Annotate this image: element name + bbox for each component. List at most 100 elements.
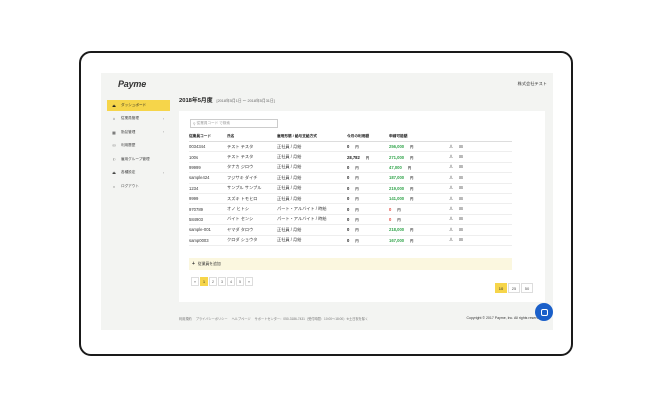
- company-name[interactable]: 株式会社テスト: [518, 81, 547, 87]
- employee-code: 0034344: [189, 141, 227, 153]
- available-cell: 256,000 円: [389, 141, 449, 153]
- yen-unit: 円: [410, 186, 414, 191]
- employee-code: 9999: [189, 193, 227, 205]
- employment-type: パート・アルバイト / 時給: [277, 203, 347, 215]
- sidebar: ⏏ ダッシュボード ⌂ 従業員管理 › ▦ 勤怠管理 › ⚇ 利用履歴 ⚐ 雇用グループ管理 ⏏ 各種設定…: [107, 100, 170, 194]
- user-icon[interactable]: ♙: [449, 164, 459, 170]
- user-icon[interactable]: ♙: [449, 237, 459, 243]
- table-row[interactable]: 100s テスト テスタ 正社員 / 月給 28,782 円 271,000 円 ♙ ⊟: [189, 151, 512, 163]
- user-icon[interactable]: ♙: [449, 216, 459, 222]
- page-button-4[interactable]: 4: [227, 277, 235, 286]
- table-row[interactable]: samp0003 クロダ ショウタ 正社員 / 月給 0 円 167,000 円 ♙ ⊟: [189, 235, 512, 246]
- usage-cell: 0円: [347, 235, 389, 246]
- edit-icon[interactable]: ⊟: [459, 237, 469, 243]
- search-input[interactable]: ⚲ 従業員コード で検索: [190, 119, 278, 128]
- sidebar-item-0[interactable]: ⏏ ダッシュボード: [107, 100, 170, 111]
- app-logo[interactable]: Payme: [118, 79, 146, 89]
- flag-icon: ⚐: [112, 156, 116, 162]
- table-row[interactable]: 970789 オノ ヒトシ パート・アルバイト / 時給 0 円 0 円 ♙ ⊟: [189, 203, 512, 215]
- available-amount: 256,000: [389, 144, 405, 150]
- page-size-50[interactable]: 50: [521, 283, 533, 293]
- usage-amount: 0: [347, 206, 350, 212]
- table-row[interactable]: 1234 サンプル サンプル 正社員 / 月給 0 円 219,000 円 ♙ ⊟: [189, 183, 512, 194]
- sidebar-item-4[interactable]: ⚐ 雇用グループ管理: [107, 154, 170, 166]
- edit-icon[interactable]: ⊟: [459, 216, 469, 222]
- table-row[interactable]: 0034344 テスト テスタ 正社員 / 月給 0 円 256,000 円 ♙ ⊟: [189, 141, 512, 153]
- table-row[interactable]: 99999 タナカ ジロウ 正社員 / 月給 0 円 47,000 円 ♙ ⊟: [189, 162, 512, 174]
- table-row[interactable]: 9999 スズキ トモヒロ 正社員 / 月給 0 円 141,000 円 ♙ ⊟: [189, 193, 512, 205]
- employee-name: テスト テスタ: [227, 141, 277, 153]
- edit-icon[interactable]: ⊟: [459, 164, 469, 170]
- edit-icon[interactable]: ⊟: [459, 185, 469, 191]
- user-icon[interactable]: ♙: [449, 185, 459, 191]
- yen-unit: 円: [407, 165, 411, 170]
- page-button-2[interactable]: 2: [209, 277, 217, 286]
- available-cell: 47,000 円: [389, 162, 449, 174]
- row-actions: ♙ ⊟: [449, 193, 512, 205]
- edit-icon[interactable]: ⊟: [459, 206, 469, 212]
- edit-icon[interactable]: ⊟: [459, 154, 469, 160]
- header-code[interactable]: 従業員コード: [189, 132, 227, 142]
- employment-type: 正社員 / 月給: [277, 141, 347, 153]
- available-amount: 0: [389, 216, 392, 222]
- usage-cell: 28,782 円: [347, 151, 389, 163]
- user-icon[interactable]: ♙: [449, 206, 459, 212]
- table-row[interactable]: sample424 フジサキ ダイチ 正社員 / 月給 0 円 187,000 円 ♙ ⊟: [189, 172, 512, 184]
- edit-icon[interactable]: ⊟: [459, 227, 469, 233]
- page-button-5[interactable]: 5: [236, 277, 244, 286]
- page-size-25[interactable]: 25: [508, 283, 520, 293]
- user-icon[interactable]: ♙: [449, 154, 459, 160]
- available-amount: 219,000: [389, 185, 405, 191]
- sidebar-item-1[interactable]: ⌂ 従業員管理 ›: [107, 113, 170, 125]
- employee-name: テスト テスタ: [227, 151, 277, 163]
- prev-page-button[interactable]: «: [191, 277, 199, 286]
- chat-icon: [540, 308, 548, 316]
- header-available[interactable]: 申請可能額: [389, 132, 449, 142]
- header-name[interactable]: 氏名: [227, 132, 277, 142]
- header-usage[interactable]: 今月の利用額: [347, 132, 389, 142]
- table-row[interactable]: sample-001 ヤマダ タロウ 正社員 / 月給 0 円 218,000 円 ♙ ⊟: [189, 224, 512, 236]
- sidebar-item-6[interactable]: ○ ログアウト: [107, 181, 170, 193]
- page-size-10[interactable]: 10: [495, 283, 507, 293]
- usage-cell: 0円: [347, 214, 389, 226]
- footer-links: 利用規約 プライバシーポリシー ヘルプページ サポートセンター：050-3186-74…: [179, 316, 372, 321]
- edit-icon[interactable]: ⊟: [459, 144, 469, 150]
- employment-type: 正社員 / 月給: [277, 193, 347, 205]
- user-icon[interactable]: ♙: [449, 144, 459, 150]
- header-type[interactable]: 雇用形態 / 給与支給方式: [277, 132, 347, 142]
- employee-name: ヤマダ タロウ: [227, 224, 277, 236]
- chevron-right-icon: ›: [162, 170, 164, 175]
- sidebar-item-5[interactable]: ⏏ 各種設定 ›: [107, 167, 170, 179]
- available-amount: 167,000: [389, 237, 405, 243]
- available-amount: 271,000: [389, 154, 405, 160]
- yen-unit: 円: [355, 186, 359, 191]
- table-row[interactable]: 584903 バイト センシ パート・アルバイト / 時給 0 円 0 円 ♙ ⊟: [189, 214, 512, 226]
- employment-type: パート・アルバイト / 時給: [277, 214, 347, 226]
- employee-name: クロダ ショウタ: [227, 235, 277, 246]
- add-employee-button[interactable]: + 従業員を追加: [189, 258, 512, 270]
- sidebar-item-2[interactable]: ▦ 勤怠管理 ›: [107, 127, 170, 139]
- employment-type: 正社員 / 月給: [277, 183, 347, 194]
- employee-code: sample-001: [189, 224, 227, 236]
- user-icon[interactable]: ♙: [449, 196, 459, 202]
- chat-button[interactable]: [535, 303, 553, 321]
- employee-name: フジサキ ダイチ: [227, 172, 277, 184]
- footer-link-1[interactable]: プライバシーポリシー: [196, 317, 228, 321]
- page-button-3[interactable]: 3: [218, 277, 226, 286]
- edit-icon[interactable]: ⊟: [459, 175, 469, 181]
- footer-link-2[interactable]: ヘルプページ: [232, 317, 251, 321]
- period-range: [2018年5月1日 ～ 2018年5月31日]: [216, 99, 275, 103]
- page-button-1[interactable]: 1: [200, 277, 208, 286]
- user-icon[interactable]: ♙: [449, 227, 459, 233]
- edit-icon[interactable]: ⊟: [459, 196, 469, 202]
- usage-amount: 0: [347, 227, 350, 233]
- available-cell: 219,000 円: [389, 183, 449, 194]
- available-amount: 141,000: [389, 196, 405, 202]
- footer-link-0[interactable]: 利用規約: [179, 317, 192, 321]
- next-page-button[interactable]: »: [245, 277, 253, 286]
- sidebar-item-3[interactable]: ⚇ 利用履歴: [107, 140, 170, 152]
- grid-icon: ▦: [112, 129, 116, 135]
- table-header-row: 従業員コード 氏名 雇用形態 / 給与支給方式 今月の利用額 申請可能額: [189, 132, 512, 142]
- user-icon[interactable]: ♙: [449, 175, 459, 181]
- footer-link-3[interactable]: サポートセンター：050-3186-7431（受付時間：10:00～18:00）…: [255, 317, 369, 321]
